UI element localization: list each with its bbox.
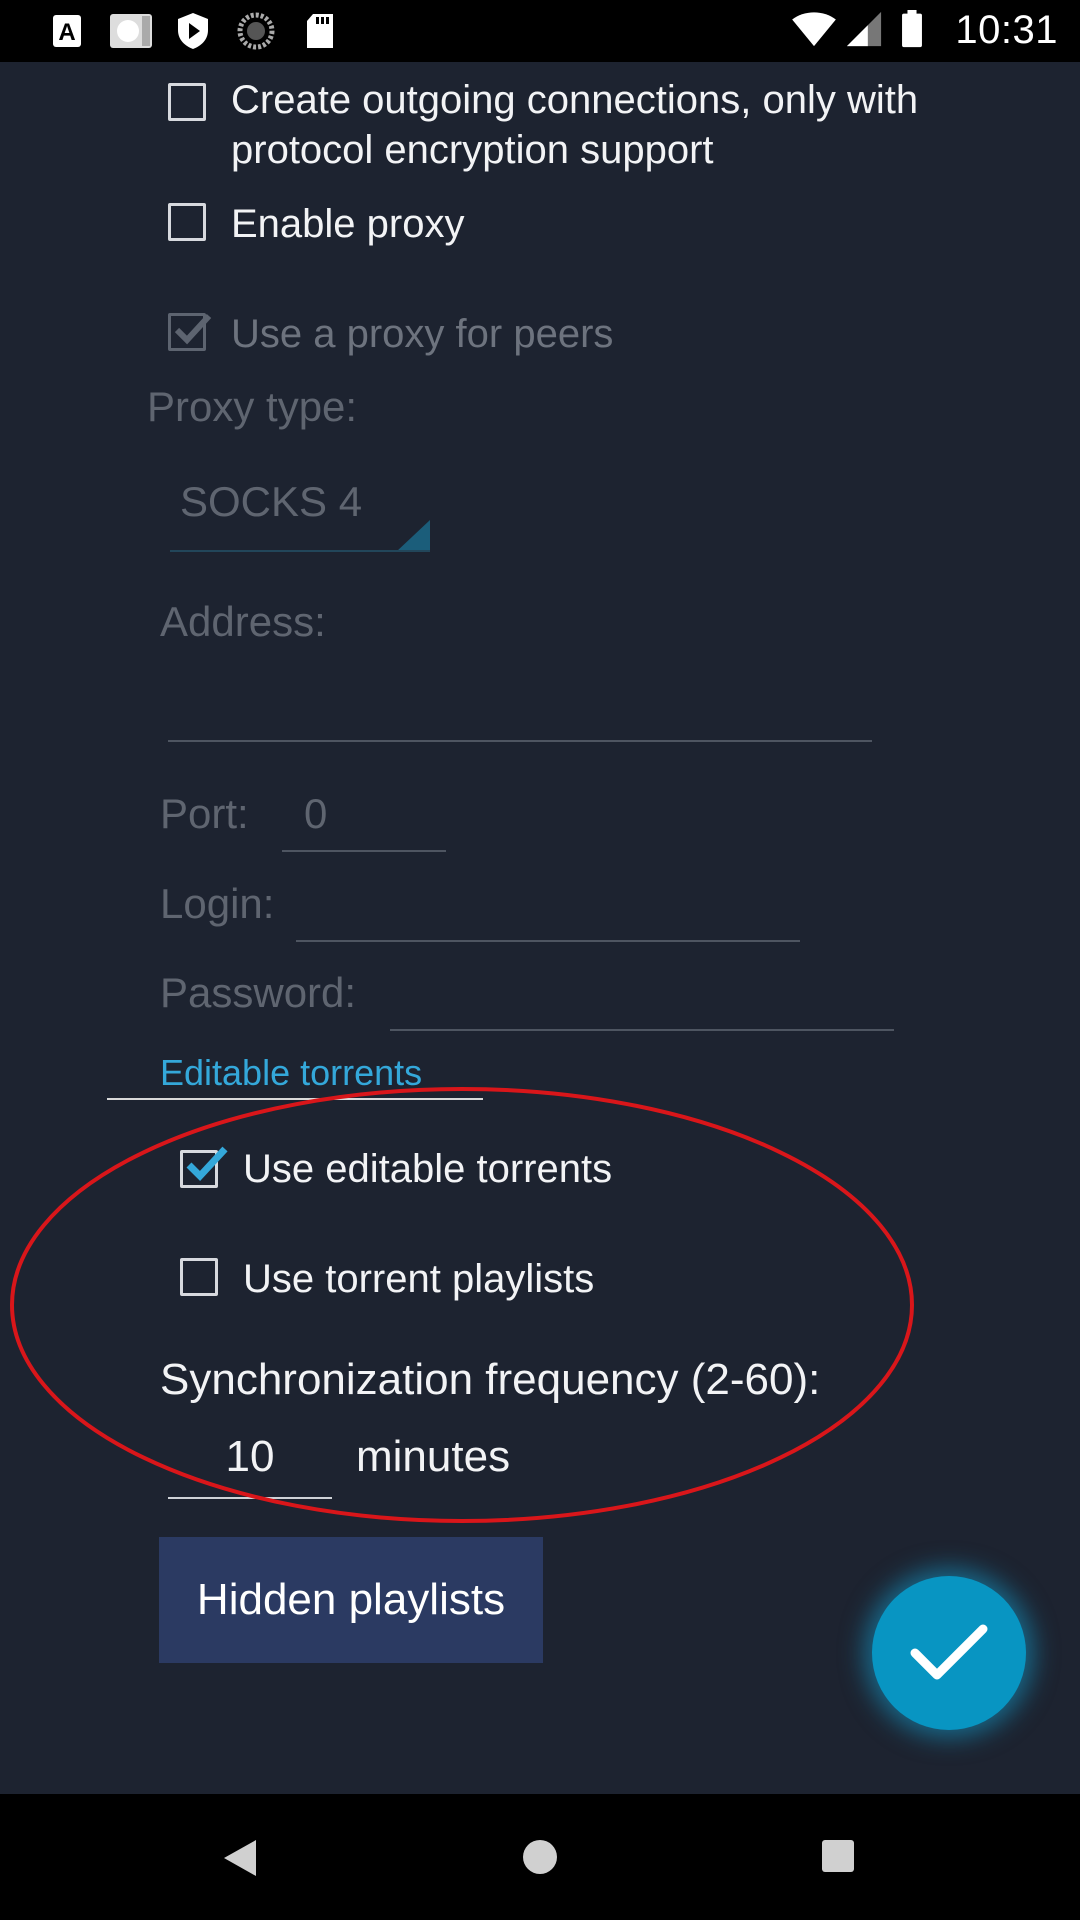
proxy-type-underline [170, 550, 430, 552]
address-underline [168, 740, 872, 742]
encryption-only-checkbox[interactable] [168, 83, 206, 121]
wifi-icon [792, 12, 836, 47]
sd-card-icon [307, 14, 333, 48]
spinner-triangle-icon [396, 520, 430, 552]
proxy-type-value: SOCKS 4 [180, 478, 363, 525]
svg-text:A: A [58, 19, 75, 46]
recents-icon[interactable] [821, 1839, 855, 1873]
port-label: Port: [160, 790, 249, 837]
password-label: Password: [160, 969, 357, 1016]
proxy-for-peers-label: Use a proxy for peers [231, 312, 614, 356]
address-input[interactable] [168, 680, 872, 742]
login-label: Login: [160, 880, 275, 927]
screenshot-icon [110, 14, 152, 48]
accessibility-a-icon: A [53, 15, 81, 47]
enable-proxy-checkbox-row[interactable]: Enable proxy [168, 199, 464, 249]
checkmark-icon [910, 1624, 988, 1680]
status-bar: A 10:31 [0, 0, 1080, 62]
login-underline [296, 940, 800, 942]
sync-loading-icon [237, 12, 275, 50]
navigation-bar [0, 1794, 1080, 1920]
port-value: 0 [304, 790, 328, 837]
signal-icon [846, 11, 882, 47]
enable-proxy-label: Enable proxy [231, 202, 465, 246]
proxy-for-peers-checkbox[interactable] [168, 313, 212, 351]
clock: 10:31 [955, 8, 1058, 52]
proxy-type-spinner[interactable]: SOCKS 4 [170, 460, 430, 552]
port-underline [282, 850, 446, 852]
confirm-fab[interactable] [872, 1576, 1026, 1730]
proxy-for-peers-checkbox-row[interactable]: Use a proxy for peers [168, 309, 613, 359]
password-input[interactable] [390, 966, 894, 1030]
address-label: Address: [160, 598, 326, 645]
back-icon[interactable] [222, 1838, 258, 1878]
battery-icon [902, 10, 922, 48]
checkmark-icon [174, 313, 212, 345]
proxy-type-label: Proxy type: [147, 383, 358, 430]
encryption-only-checkbox-row[interactable]: Create outgoing connections, only with p… [168, 75, 988, 175]
play-protect-icon [178, 13, 208, 49]
annotation-ellipse [10, 1087, 914, 1523]
password-underline [390, 1029, 894, 1031]
login-input[interactable] [296, 876, 800, 940]
home-icon[interactable] [521, 1838, 559, 1876]
encryption-only-label: Create outgoing connections, only with p… [231, 78, 919, 172]
port-input[interactable]: 0 [282, 786, 446, 850]
enable-proxy-checkbox[interactable] [168, 203, 206, 241]
